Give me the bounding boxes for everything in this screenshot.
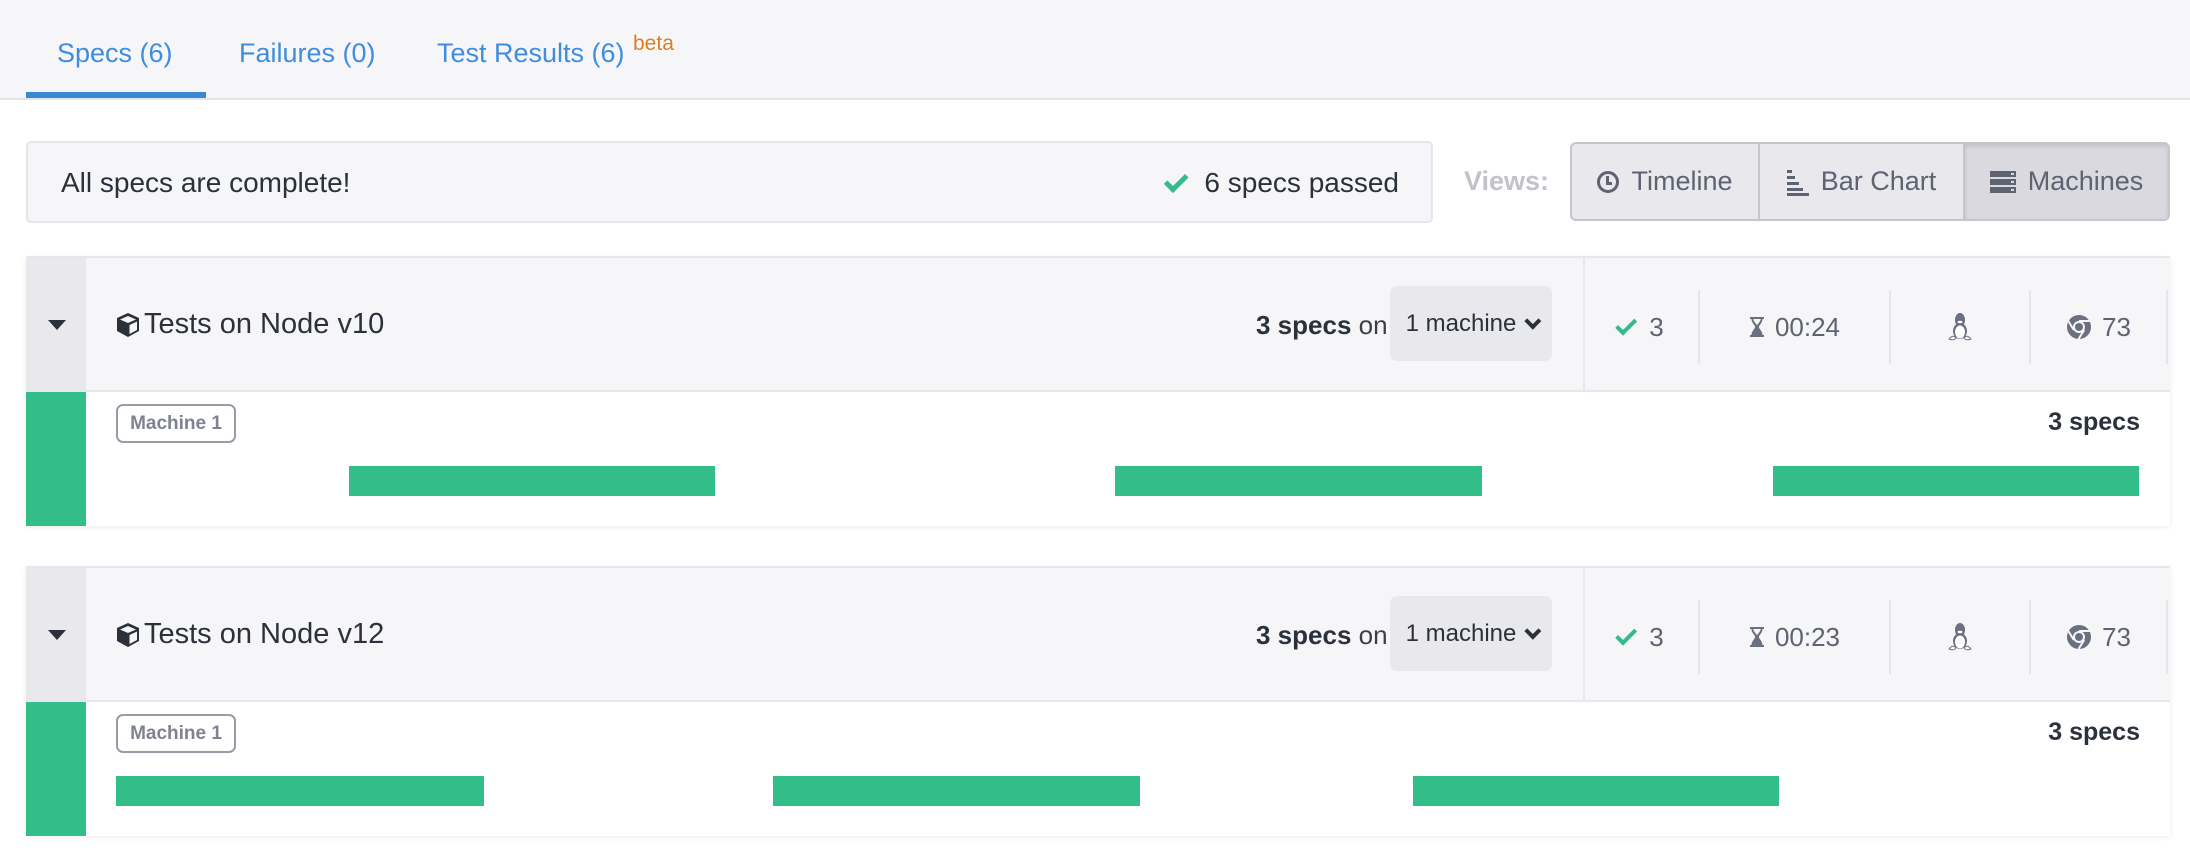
server-icon [1989, 170, 2016, 193]
linux-icon [1948, 622, 1972, 652]
view-bar-chart-button[interactable]: Bar Chart [1760, 144, 1965, 219]
check-icon [1615, 313, 1638, 336]
group-card: Tests on Node v12 3 specs on 1 machine 3… [26, 566, 2170, 836]
linux-icon [1948, 312, 1972, 342]
clock-icon [1597, 170, 1620, 193]
os-stat [1891, 290, 2031, 364]
browser-stat: 73 [2031, 290, 2168, 364]
collapse-toggle[interactable] [26, 258, 86, 392]
hourglass-icon [1749, 626, 1765, 648]
machines-dropdown-label: 1 machine [1405, 619, 1517, 647]
group-card: Tests on Node v10 3 specs on 1 machine 3… [26, 256, 2170, 526]
group-header: Tests on Node v12 3 specs on 1 machine 3… [26, 568, 2170, 702]
tab-failures[interactable]: Failures (0) [239, 38, 376, 69]
tab-test-results[interactable]: Test Results (6) beta [437, 32, 674, 69]
machine-label: Machine 1 [116, 404, 236, 443]
machines-dropdown[interactable]: 1 machine [1390, 286, 1552, 361]
machine-row: Machine 1 3 specs [26, 392, 2170, 526]
spec-bar[interactable] [116, 776, 485, 806]
status-message: All specs are complete! [61, 167, 351, 198]
browser-version: 73 [2102, 311, 2131, 342]
cube-icon [116, 312, 140, 338]
group-title-text: Tests on Node v12 [144, 618, 385, 650]
group-header: Tests on Node v10 3 specs on 1 machine 3… [26, 258, 2170, 392]
cube-icon [116, 622, 140, 648]
machine-spec-count: 3 specs [2048, 408, 2140, 436]
passed-summary: 6 specs passed [1164, 167, 1399, 199]
machine-row: Machine 1 3 specs [26, 702, 2170, 836]
group-title-text: Tests on Node v10 [144, 308, 385, 340]
passed-status-strip [26, 702, 86, 836]
check-icon [1615, 623, 1638, 646]
caret-down-icon [48, 320, 66, 330]
spec-bar[interactable] [1772, 466, 2139, 496]
passed-value: 3 [1649, 621, 1664, 652]
passed-stat: 3 [1585, 290, 1700, 364]
view-machines-label: Machines [2027, 166, 2144, 196]
spec-summary: 3 specs on [1256, 620, 1388, 651]
caret-down-icon [48, 630, 66, 640]
chevron-down-icon [1524, 622, 1542, 640]
tab-specs-label: Specs (6) [57, 38, 173, 68]
view-timeline-label: Timeline [1631, 166, 1733, 196]
tab-specs[interactable]: Specs (6) [57, 38, 173, 69]
duration-stat: 00:24 [1700, 290, 1891, 364]
passed-value: 3 [1649, 311, 1664, 342]
active-tab-indicator [26, 92, 206, 98]
chevron-down-icon [1524, 312, 1542, 330]
tab-test-results-label: Test Results (6) [437, 38, 625, 68]
view-timeline-button[interactable]: Timeline [1572, 144, 1760, 219]
spec-bar[interactable] [1115, 466, 1482, 496]
spec-count: 3 specs [1256, 620, 1352, 650]
on-label: on [1358, 620, 1388, 650]
machines-dropdown[interactable]: 1 machine [1390, 596, 1552, 671]
duration-value: 00:23 [1774, 621, 1841, 652]
bar-chart-icon [1786, 169, 1809, 196]
machines-dropdown-label: 1 machine [1405, 309, 1517, 337]
hourglass-icon [1749, 316, 1765, 338]
passed-status-strip [26, 392, 86, 526]
beta-badge: beta [633, 32, 674, 55]
run-status-bar: All specs are complete! 6 specs passed [26, 141, 1433, 223]
check-icon [1164, 167, 1189, 193]
passed-stat: 3 [1585, 600, 1700, 674]
on-label: on [1358, 310, 1388, 340]
view-bar-chart-label: Bar Chart [1820, 166, 1937, 196]
collapse-toggle[interactable] [26, 568, 86, 702]
tab-bar: Specs (6) Failures (0) Test Results (6) … [0, 0, 2190, 100]
spec-timeline [116, 776, 2139, 806]
duration-stat: 00:23 [1700, 600, 1891, 674]
spec-summary: 3 specs on [1256, 310, 1388, 341]
spec-count: 3 specs [1256, 310, 1352, 340]
views-label: Views: [1464, 166, 1550, 196]
view-machines-button[interactable]: Machines [1965, 144, 2168, 219]
chrome-icon [2066, 314, 2092, 340]
chrome-icon [2066, 624, 2092, 650]
browser-version: 73 [2102, 621, 2131, 652]
machine-label: Machine 1 [116, 714, 236, 753]
spec-timeline [116, 466, 2139, 496]
browser-stat: 73 [2031, 600, 2168, 674]
spec-bar[interactable] [348, 466, 715, 496]
spec-bar[interactable] [773, 776, 1140, 806]
duration-value: 00:24 [1774, 311, 1841, 342]
tab-failures-label: Failures (0) [239, 38, 376, 68]
spec-bar[interactable] [1412, 776, 1779, 806]
passed-count: 6 specs passed [1204, 167, 1399, 198]
os-stat [1891, 600, 2031, 674]
machine-spec-count: 3 specs [2048, 718, 2140, 746]
group-title: Tests on Node v10 [116, 308, 384, 341]
views-toggle-group: Timeline Bar Chart Machines [1570, 142, 2170, 221]
group-title: Tests on Node v12 [116, 618, 384, 651]
